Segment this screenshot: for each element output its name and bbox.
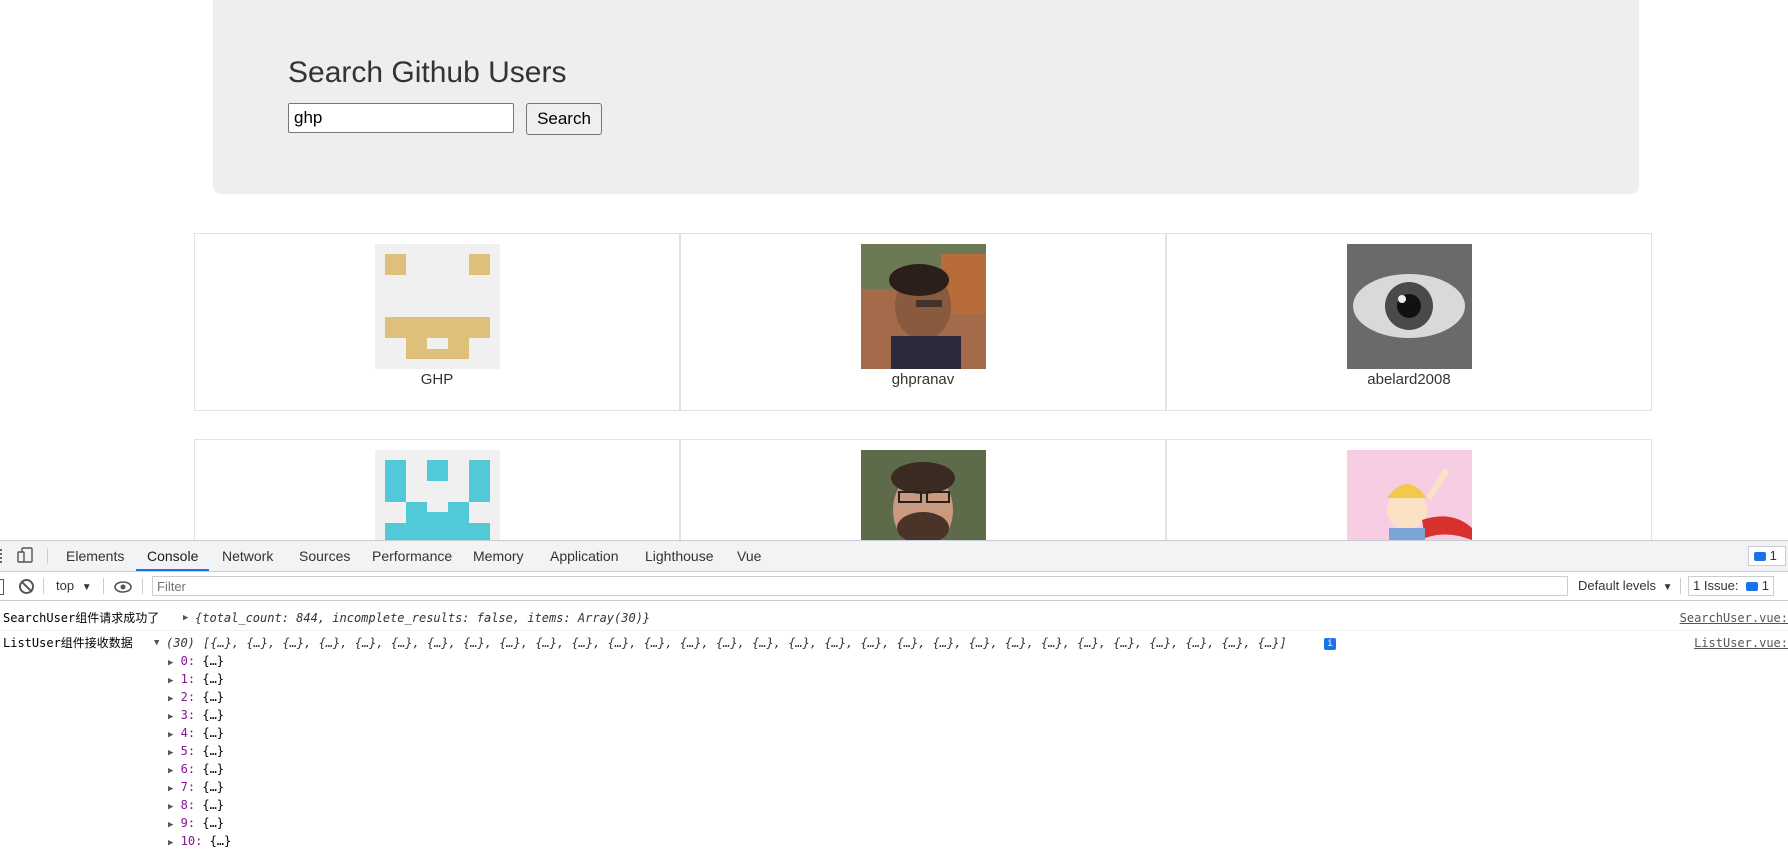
array-count: (30)	[166, 636, 195, 650]
tab-application[interactable]: Application	[550, 541, 619, 571]
expand-triangle-icon[interactable]: ▶	[168, 658, 173, 668]
info-icon[interactable]: i	[1324, 638, 1336, 650]
device-toggle-icon[interactable]	[17, 547, 33, 563]
list-item[interactable]: ▶ 9: {…}	[168, 814, 231, 832]
dropdown-arrow-icon: ▼	[81, 582, 92, 593]
expand-triangle-icon[interactable]: ▶	[168, 784, 173, 794]
expand-triangle-icon[interactable]: ▶	[168, 820, 173, 830]
user-card[interactable]: GHP	[194, 233, 680, 411]
console-object[interactable]: {total_count: 844, incomplete_results: f…	[195, 608, 650, 628]
list-item[interactable]: ▶ 4: {…}	[168, 724, 231, 742]
console-array[interactable]: [{…}, {…}, {…}, {…}, {…}, {…}, {…}, {…},…	[203, 633, 1287, 653]
message-icon	[1754, 552, 1766, 562]
console-toolbar: top ▼ Default levels ▼ 1 Issue: 1	[0, 572, 1788, 601]
tab-lighthouse[interactable]: Lighthouse	[645, 541, 714, 571]
search-button[interactable]: Search	[526, 103, 602, 135]
tab-memory[interactable]: Memory	[473, 541, 524, 571]
tab-performance[interactable]: Performance	[372, 541, 452, 571]
console-message: SearchUser组件请求成功了 ▶ {total_count: 844, i…	[0, 608, 1788, 631]
tab-console[interactable]: Console	[136, 541, 210, 571]
tab-elements[interactable]: Elements	[66, 541, 124, 571]
divider	[47, 548, 48, 564]
filter-input[interactable]	[152, 576, 1568, 596]
user-card[interactable]: abelard2008	[1166, 233, 1652, 411]
user-card[interactable]	[680, 439, 1166, 540]
source-link[interactable]: ListUser.vue:	[1694, 633, 1788, 653]
list-item[interactable]: ▶ 10: {…}	[168, 832, 231, 850]
issues-badge[interactable]: 1	[1748, 546, 1786, 566]
user-login[interactable]: GHP	[195, 371, 679, 388]
expand-triangle-icon[interactable]: ▶	[168, 712, 173, 722]
user-card[interactable]: ghpranav	[680, 233, 1166, 411]
divider	[43, 578, 44, 594]
search-header: Search Github Users Search	[213, 0, 1639, 194]
expand-triangle-icon[interactable]: ▶	[168, 802, 173, 812]
search-input[interactable]	[288, 103, 514, 133]
user-card[interactable]	[1166, 439, 1652, 540]
expand-triangle-icon[interactable]: ▶	[168, 838, 173, 848]
photo-person-glasses-icon[interactable]	[861, 244, 986, 369]
cartoon-little-prince-icon[interactable]	[1347, 450, 1472, 540]
user-row	[194, 439, 1657, 540]
list-item[interactable]: ▶ 5: {…}	[168, 742, 231, 760]
tab-network[interactable]: Network	[222, 541, 273, 571]
list-item[interactable]: ▶ 6: {…}	[168, 760, 231, 778]
page-title: Search Github Users	[288, 56, 567, 89]
source-link[interactable]: SearchUser.vue:	[1680, 608, 1788, 628]
identicon-cyan-icon[interactable]	[375, 450, 500, 540]
expand-triangle-icon[interactable]: ▶	[168, 730, 173, 740]
tab-vue[interactable]: Vue	[737, 541, 761, 571]
devtools-menu-handle-icon[interactable]	[0, 549, 5, 563]
list-item[interactable]: ▶ 8: {…}	[168, 796, 231, 814]
sidebar-toggle-icon[interactable]	[0, 579, 4, 595]
clear-console-icon[interactable]	[19, 579, 34, 594]
array-items: ▶ 0: {…} ▶ 1: {…} ▶ 2: {…} ▶ 3: {…} ▶ 4:…	[168, 652, 231, 850]
issues-button[interactable]: 1 Issue: 1	[1688, 576, 1775, 596]
expand-triangle-icon[interactable]: ▶	[168, 676, 173, 686]
list-item[interactable]: ▶ 3: {…}	[168, 706, 231, 724]
dropdown-arrow-icon: ▼	[1662, 582, 1673, 593]
context-selector[interactable]: top ▼	[56, 572, 92, 600]
user-login[interactable]: abelard2008	[1167, 371, 1651, 388]
web-page: Search Github Users Search GHP	[0, 0, 1788, 540]
message-icon	[1746, 582, 1759, 592]
collapse-triangle-icon[interactable]: ▼	[154, 633, 159, 653]
user-login[interactable]: ghpranav	[681, 371, 1165, 388]
console-message: ListUser组件接收数据 ▼ (30) [{…}, {…}, {…}, {……	[0, 633, 1788, 655]
list-item[interactable]: ▶ 7: {…}	[168, 778, 231, 796]
log-levels-dropdown[interactable]: Default levels ▼	[1578, 572, 1673, 600]
user-card[interactable]	[194, 439, 680, 540]
devtools-tabbar: Elements Console Network Sources Perform…	[0, 541, 1788, 572]
photo-bearded-man-icon[interactable]	[861, 450, 986, 540]
devtools-panel: Elements Console Network Sources Perform…	[0, 540, 1788, 851]
expand-triangle-icon[interactable]: ▶	[183, 608, 188, 628]
user-row: GHP ghpranav abelard2008	[194, 233, 1657, 411]
tab-sources[interactable]: Sources	[299, 541, 350, 571]
expand-triangle-icon[interactable]: ▶	[168, 694, 173, 704]
list-item[interactable]: ▶ 1: {…}	[168, 670, 231, 688]
divider	[142, 578, 143, 594]
divider	[1680, 578, 1681, 594]
expand-triangle-icon[interactable]: ▶	[168, 748, 173, 758]
expand-triangle-icon[interactable]: ▶	[168, 766, 173, 776]
divider	[103, 578, 104, 594]
eye-icon[interactable]	[114, 580, 132, 598]
list-item[interactable]: ▶ 2: {…}	[168, 688, 231, 706]
list-item[interactable]: ▶ 0: {…}	[168, 652, 231, 670]
eye-drawing-icon[interactable]	[1347, 244, 1472, 369]
identicon-yellow-icon[interactable]	[375, 244, 500, 369]
